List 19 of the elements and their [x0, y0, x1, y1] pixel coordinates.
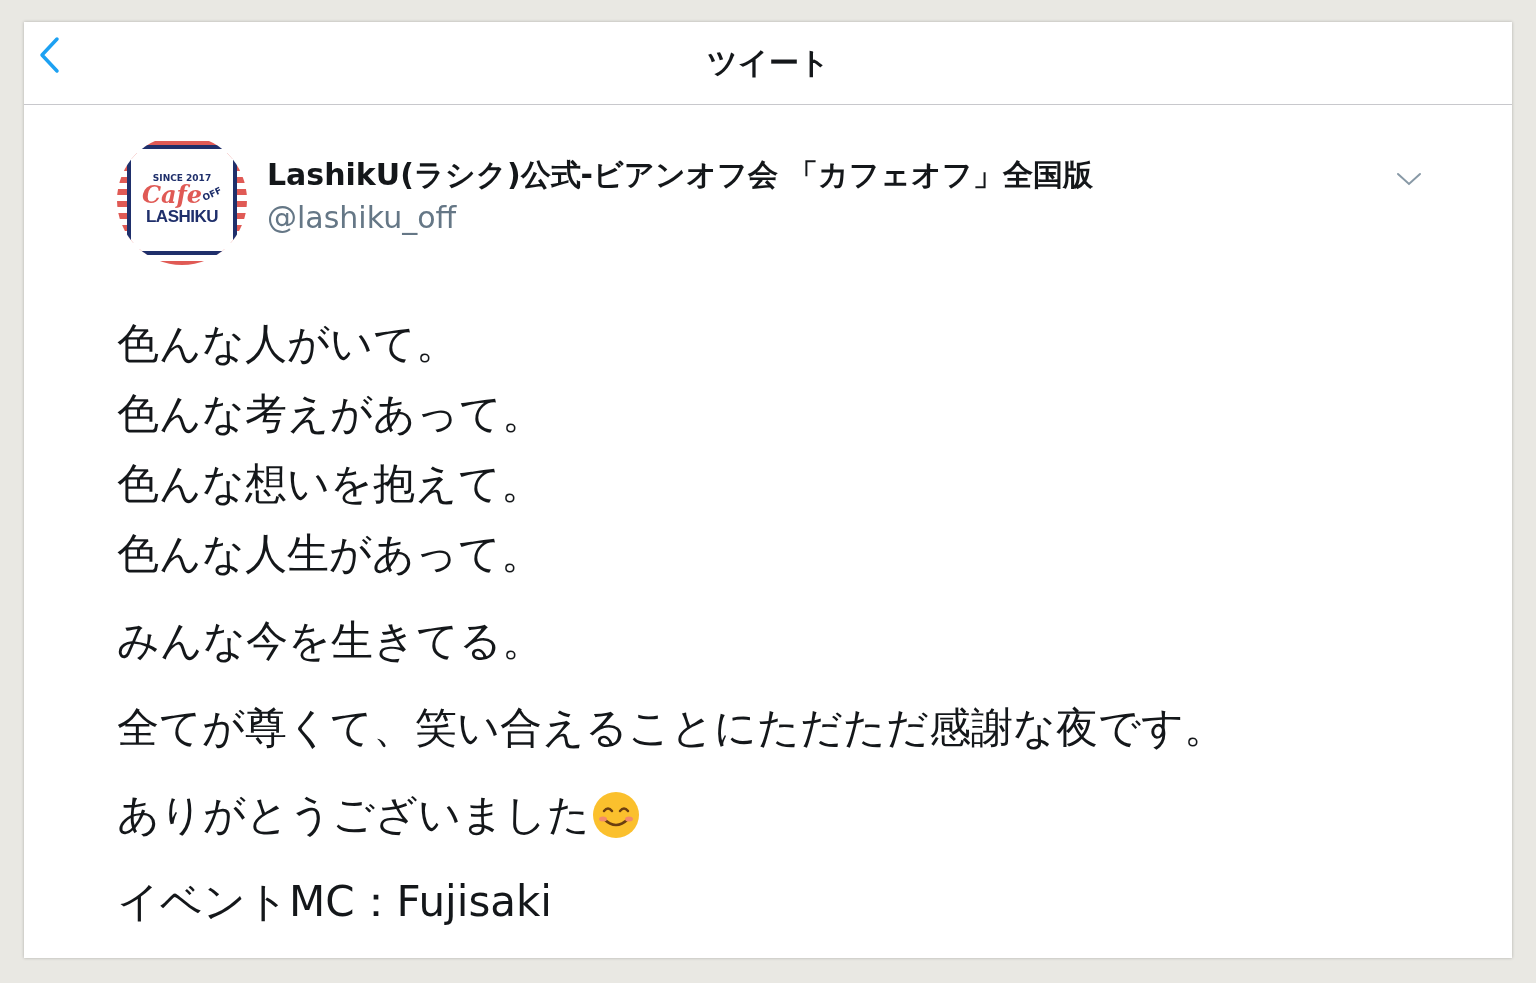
author-handle[interactable]: @lashiku_off [267, 200, 1376, 235]
tweet-text-line: 色んな人がいて。 [117, 318, 458, 370]
author-name[interactable]: LashikU(ラシク)公式-ビアンオフ会 「カフェオフ」全国版 [267, 155, 1376, 196]
tweet-text-line: 色んな想いを抱えて。 [117, 458, 543, 510]
logo-script: Cafe [141, 183, 203, 207]
chevron-down-icon [1396, 171, 1422, 187]
logo-brand: LASHIKU [145, 207, 219, 227]
tweet-text-line: 色んな人生があって。 [117, 528, 543, 580]
tweet-text-line: 全てが尊くて、笑い合えることにただただ感謝な夜です。 [117, 702, 1226, 754]
tweet-text-line: ありがとうございました [117, 789, 590, 841]
more-button[interactable] [1396, 171, 1422, 187]
tweet-text-line: みんな今を生きてる。 [117, 615, 544, 667]
tweet-text-line: イベントMC：Fujisaki [117, 876, 552, 928]
smiling-face-icon [592, 791, 640, 839]
logo-since: SINCE 2017 [152, 173, 212, 183]
logo-off: OFF [200, 185, 224, 203]
back-icon [38, 36, 60, 74]
tweet-text-line: 色んな考えがあって。 [117, 388, 544, 440]
header-title: ツイート [706, 43, 830, 82]
